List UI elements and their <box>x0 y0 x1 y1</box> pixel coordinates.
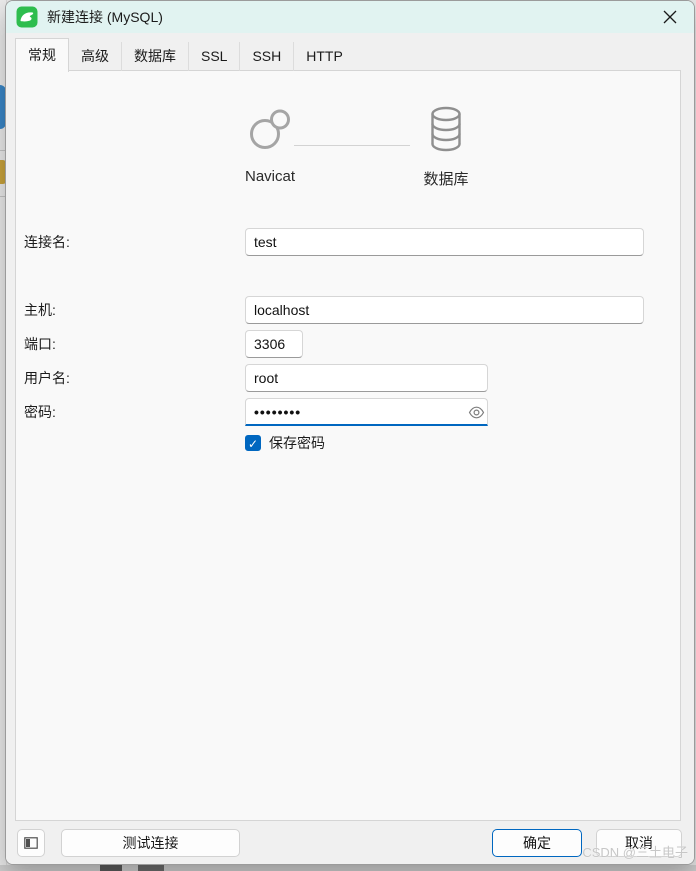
new-connection-dialog: 新建连接 (MySQL) 常规 高级 数据库 SSL SSH HTTP Navi… <box>5 0 695 865</box>
test-connection-button[interactable]: 测试连接 <box>61 829 240 857</box>
diagram-database-node: 数据库 <box>408 105 484 189</box>
port-input[interactable] <box>245 330 303 358</box>
tab-databases[interactable]: 数据库 <box>122 42 189 71</box>
save-password-checkbox[interactable]: ✓ <box>245 435 261 451</box>
ok-button[interactable]: 确定 <box>492 829 582 857</box>
connection-name-input[interactable] <box>245 228 644 256</box>
show-password-eye-icon[interactable] <box>468 404 485 421</box>
tab-bar: 常规 高级 数据库 SSL SSH HTTP <box>15 37 681 72</box>
navicat-mysql-icon <box>16 6 38 28</box>
close-button[interactable] <box>650 3 690 31</box>
close-icon <box>663 10 677 24</box>
panel-toggle-icon <box>24 837 38 849</box>
tab-http[interactable]: HTTP <box>294 42 355 71</box>
password-input[interactable] <box>245 398 488 426</box>
background-fragment <box>138 865 164 871</box>
save-password-label: 保存密码 <box>269 435 325 451</box>
diagram-source-label: Navicat <box>244 168 296 185</box>
connection-name-label: 连接名: <box>24 234 70 250</box>
diagram-target-label: 数据库 <box>423 171 469 188</box>
navicat-logo-icon <box>250 109 290 149</box>
username-input[interactable] <box>245 364 488 392</box>
host-label: 主机: <box>24 302 56 318</box>
toggle-details-button[interactable] <box>17 829 45 857</box>
content-panel: Navicat 数据库 连接名: 主机: <box>15 70 681 821</box>
tab-ssl[interactable]: SSL <box>189 42 241 71</box>
host-input[interactable] <box>245 296 644 324</box>
username-label: 用户名: <box>24 370 70 386</box>
background-window-edge <box>0 865 696 871</box>
connection-line <box>294 145 410 146</box>
save-password-option[interactable]: ✓ 保存密码 <box>245 433 325 453</box>
cancel-button[interactable]: 取消 <box>596 829 682 857</box>
dialog-footer: 测试连接 确定 取消 <box>6 821 694 864</box>
tab-ssh[interactable]: SSH <box>240 42 295 71</box>
background-fragment <box>100 865 122 871</box>
dialog-title: 新建连接 (MySQL) <box>47 9 163 25</box>
dialog-titlebar: 新建连接 (MySQL) <box>6 1 694 33</box>
screen: 新建连接 (MySQL) 常规 高级 数据库 SSL SSH HTTP Navi… <box>0 0 696 871</box>
tab-advanced[interactable]: 高级 <box>69 42 122 71</box>
password-label: 密码: <box>24 404 56 420</box>
port-label: 端口: <box>24 336 56 352</box>
database-icon <box>431 106 461 152</box>
tab-general[interactable]: 常规 <box>15 38 69 72</box>
